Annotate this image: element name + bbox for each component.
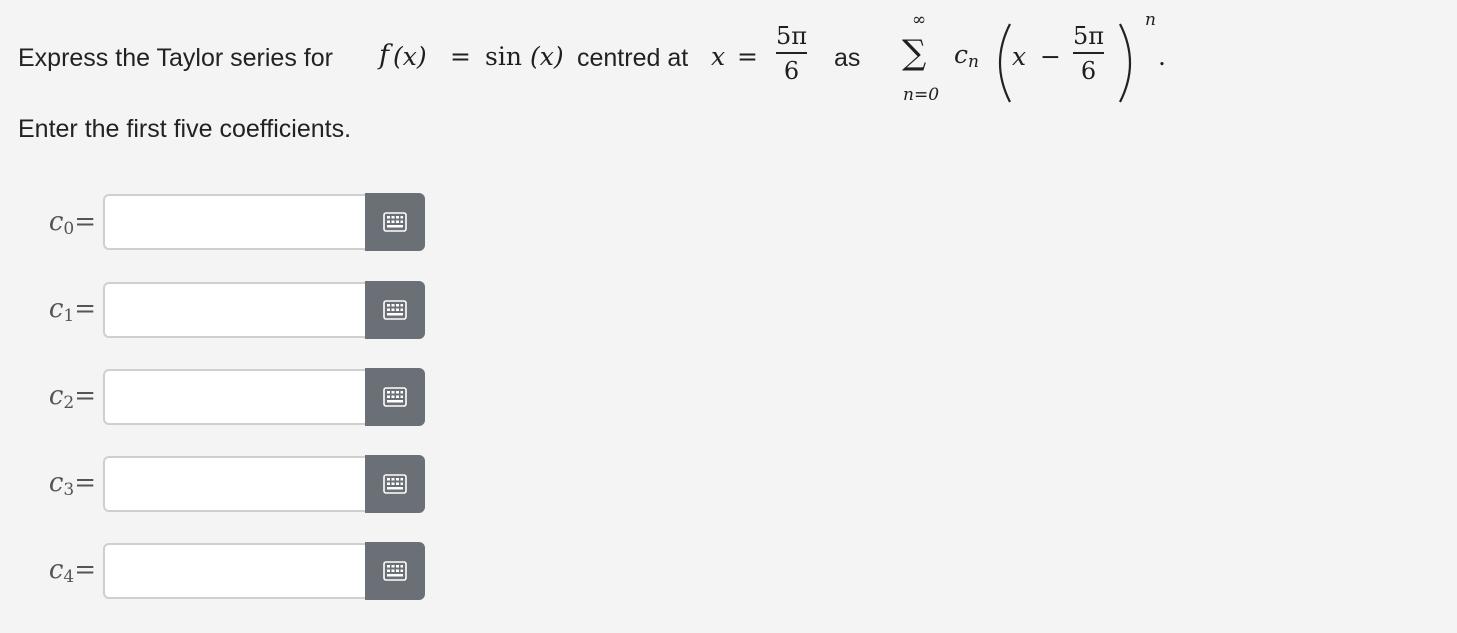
answer-eq: =: [74, 294, 96, 324]
sin-arg: (x): [530, 42, 564, 71]
paren-fraction-numerator: 5π: [1073, 22, 1105, 50]
answer-sub: 2: [63, 393, 75, 413]
sum-upper-limit: ∞: [912, 10, 927, 30]
answer-label-c1: c1=: [36, 294, 96, 326]
period: .: [1158, 42, 1166, 71]
answer-label-c4: c4=: [36, 555, 96, 587]
coefficient-subscript: n: [968, 52, 979, 72]
keypad-icon: [383, 387, 407, 407]
sum-lower-limit: n=0: [903, 85, 940, 105]
answer-sub: 4: [63, 567, 75, 587]
exponent-n: n: [1145, 10, 1156, 30]
keypad-icon: [383, 474, 407, 494]
answer-eq: =: [74, 207, 96, 237]
answer-input-c2[interactable]: [103, 369, 365, 425]
minus-sign: −: [1040, 42, 1061, 71]
answer-eq: =: [74, 381, 96, 411]
center-fraction: 5π 6: [776, 22, 808, 85]
math-keyboard-button-c4[interactable]: [365, 542, 425, 600]
answer-var: c: [48, 468, 64, 498]
answer-input-c0[interactable]: [103, 194, 365, 250]
math-keyboard-button-c2[interactable]: [365, 368, 425, 426]
answer-sub: 3: [63, 480, 75, 500]
answer-var: c: [48, 555, 64, 585]
equals-sign: =: [450, 42, 471, 71]
answer-label-c0: c0=: [36, 207, 96, 239]
paren-fraction: 5π 6: [1073, 22, 1105, 85]
instruction-text: Enter the first five coefficients.: [18, 115, 352, 143]
paren-variable: x: [1012, 42, 1027, 71]
answer-sub: 1: [63, 306, 75, 326]
centred-at-label: centred at: [577, 44, 689, 72]
answer-var: c: [48, 381, 64, 411]
math-keyboard-button-c3[interactable]: [365, 455, 425, 513]
answer-eq: =: [74, 468, 96, 498]
question-prefix: Express the Taylor series for: [18, 44, 333, 72]
keypad-icon: [383, 561, 407, 581]
answer-sub: 0: [63, 219, 75, 239]
coefficient-c: c: [954, 40, 969, 69]
function-name: f: [379, 40, 389, 71]
answer-eq: =: [74, 555, 96, 585]
sigma-icon: ∑: [902, 33, 927, 73]
answer-input-c4[interactable]: [103, 543, 365, 599]
math-keyboard-button-c1[interactable]: [365, 281, 425, 339]
answer-label-c2: c2=: [36, 381, 96, 413]
fraction-numerator: 5π: [776, 22, 808, 50]
center-equals-sign: =: [737, 42, 758, 71]
right-paren-icon: [1119, 23, 1132, 103]
paren-fraction-denominator: 6: [1080, 57, 1097, 85]
answer-input-c1[interactable]: [103, 282, 365, 338]
keypad-icon: [383, 300, 407, 320]
center-variable: x: [711, 42, 726, 71]
sin-function: sin: [485, 42, 522, 71]
math-keyboard-button-c0[interactable]: [365, 193, 425, 251]
fraction-denominator: 6: [783, 57, 800, 85]
answer-label-c3: c3=: [36, 468, 96, 500]
keypad-icon: [383, 212, 407, 232]
function-arg: (x): [393, 42, 427, 71]
answer-var: c: [48, 207, 64, 237]
as-label: as: [834, 44, 861, 72]
answer-input-c3[interactable]: [103, 456, 365, 512]
answer-var: c: [48, 294, 64, 324]
